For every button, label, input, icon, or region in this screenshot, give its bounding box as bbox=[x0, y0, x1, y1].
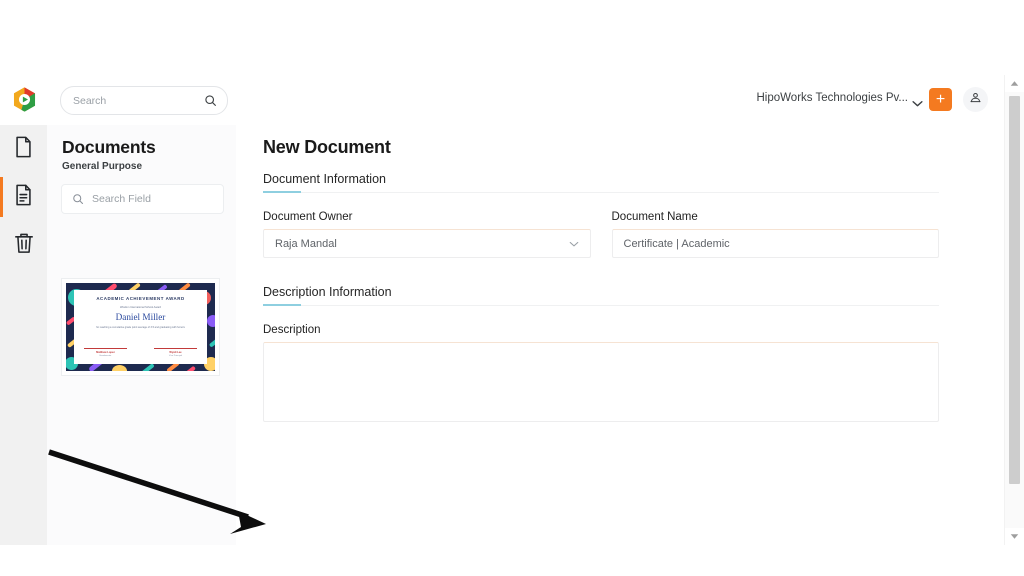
section-document-information: Document Information Document Owner Raja… bbox=[263, 172, 939, 258]
certificate-heading: ACADEMIC ACHIEVEMENT AWARD bbox=[96, 296, 185, 301]
trash-icon bbox=[14, 232, 34, 259]
confetti-shape bbox=[141, 363, 155, 371]
vertical-scrollbar[interactable] bbox=[1004, 75, 1024, 545]
user-account-icon bbox=[969, 91, 982, 109]
add-new-button[interactable]: + bbox=[929, 88, 952, 111]
certificate-signatures: Matthew Lopez Headmaster Wyatt Lee Vice … bbox=[84, 348, 197, 357]
description-textarea[interactable] bbox=[263, 342, 939, 422]
signature-role: Vice Principal bbox=[168, 355, 183, 357]
scrollbar-thumb[interactable] bbox=[1009, 96, 1020, 484]
certificate-description: for reaching a cumulative grade point av… bbox=[96, 326, 185, 329]
certificate-signature: Matthew Lopez Headmaster bbox=[84, 348, 127, 357]
search-input-placeholder: Search Field bbox=[92, 193, 151, 205]
certificate-signature: Wyatt Lee Vice Principal bbox=[154, 348, 197, 357]
caret-up-icon[interactable] bbox=[1005, 75, 1024, 92]
document-name-input[interactable]: Certificate | Academic bbox=[611, 229, 939, 258]
field-document-owner: Document Owner Raja Mandal bbox=[263, 211, 591, 258]
top-bar: Search HipoWorks Technologies Pv... + bbox=[0, 75, 1024, 125]
file-blank-icon bbox=[14, 136, 33, 163]
search-input[interactable]: Search Field bbox=[61, 184, 224, 214]
user-account-button[interactable] bbox=[963, 87, 988, 112]
field-row: Document Owner Raja Mandal Document Name… bbox=[263, 211, 939, 258]
sidebar-item-documents-list[interactable] bbox=[0, 173, 47, 221]
confetti-shape bbox=[208, 338, 215, 348]
sidebar-item-documents-blank[interactable] bbox=[0, 125, 47, 173]
field-label: Description bbox=[263, 324, 321, 336]
section-heading: Description Information bbox=[263, 285, 939, 306]
document-name-value: Certificate | Academic bbox=[623, 237, 730, 250]
section-heading: Document Information bbox=[263, 172, 939, 193]
certificate-subheading: Wisdom International School Award bbox=[120, 306, 161, 309]
documents-list-panel: Documents General Purpose Search Field A… bbox=[47, 125, 237, 545]
field-row: Description bbox=[263, 324, 939, 422]
certificate-recipient: Daniel Miller bbox=[115, 312, 166, 322]
signature-line bbox=[154, 348, 197, 349]
list-item[interactable]: ACADEMIC ACHIEVEMENT AWARD Wisdom Intern… bbox=[61, 278, 220, 376]
certificate-body: ACADEMIC ACHIEVEMENT AWARD Wisdom Intern… bbox=[74, 290, 207, 364]
plus-icon: + bbox=[935, 90, 946, 108]
search-icon bbox=[204, 94, 217, 107]
field-description: Description bbox=[263, 324, 939, 422]
application-window: Search HipoWorks Technologies Pv... + Do… bbox=[0, 75, 1024, 545]
hipoworks-hexagon-logo-icon[interactable] bbox=[11, 86, 38, 113]
signature-line bbox=[84, 348, 127, 349]
section-description-information: Description Information Description bbox=[263, 285, 939, 422]
field-label: Document Owner bbox=[263, 211, 353, 223]
field-label: Document Name bbox=[611, 211, 698, 223]
caret-down-icon[interactable] bbox=[1005, 528, 1024, 545]
form-title: New Document bbox=[263, 137, 391, 157]
document-owner-value: Raja Mandal bbox=[275, 237, 337, 250]
search-icon bbox=[72, 193, 84, 205]
main-content: New Document Document Information Docume… bbox=[236, 125, 1005, 545]
signature-name: Wyatt Lee bbox=[169, 351, 182, 354]
field-document-name: Document Name Certificate | Academic bbox=[611, 211, 939, 258]
icon-rail bbox=[0, 125, 47, 545]
file-text-icon bbox=[14, 184, 33, 211]
confetti-shape bbox=[184, 365, 196, 371]
panel-subtitle: General Purpose bbox=[62, 161, 143, 172]
global-search-placeholder: Search bbox=[73, 94, 107, 107]
confetti-shape bbox=[112, 365, 127, 371]
signature-name: Matthew Lopez bbox=[96, 351, 115, 354]
page-title: Documents bbox=[62, 137, 156, 157]
document-owner-select[interactable]: Raja Mandal bbox=[263, 229, 591, 258]
confetti-shape bbox=[207, 315, 215, 327]
signature-role: Headmaster bbox=[99, 355, 112, 357]
chevron-down-icon bbox=[569, 241, 579, 247]
sidebar-item-trash[interactable] bbox=[0, 221, 47, 269]
organization-name[interactable]: HipoWorks Technologies Pv... bbox=[757, 92, 909, 104]
chevron-down-icon[interactable] bbox=[912, 94, 923, 112]
global-search-input[interactable]: Search bbox=[60, 86, 228, 115]
certificate-thumbnail: ACADEMIC ACHIEVEMENT AWARD Wisdom Intern… bbox=[66, 283, 215, 371]
